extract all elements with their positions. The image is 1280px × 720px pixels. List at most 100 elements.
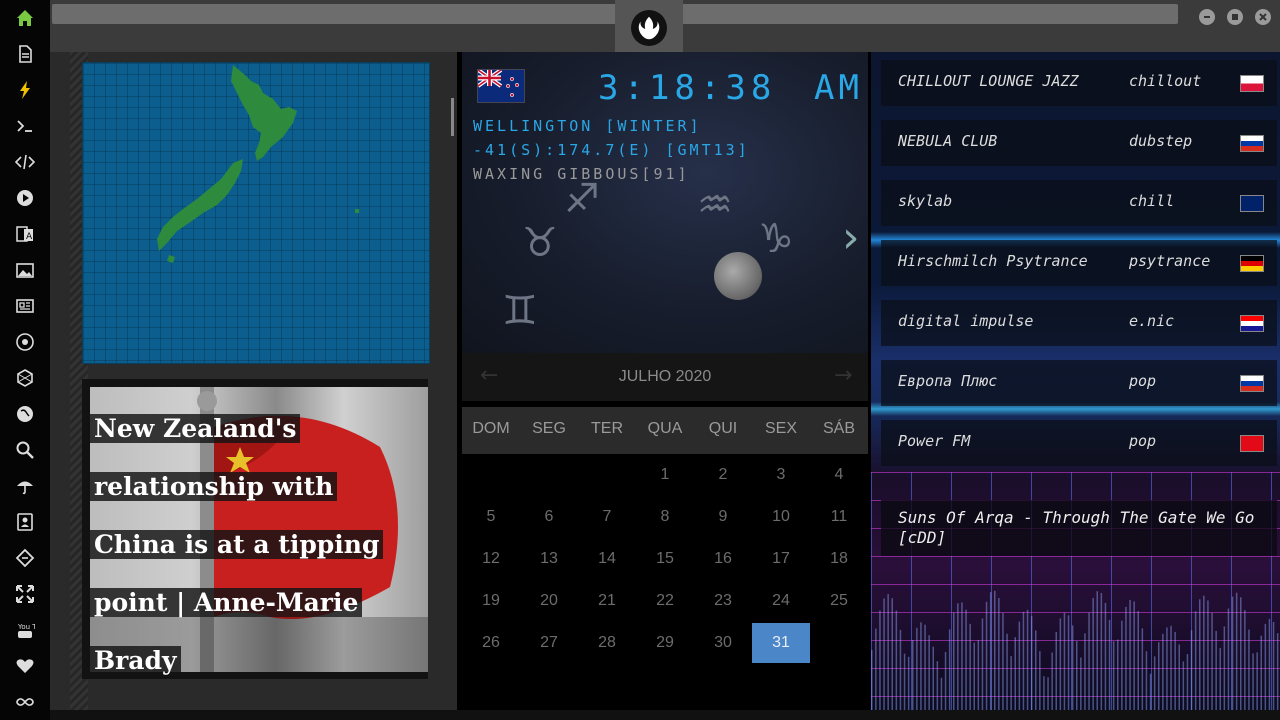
panel-resize-handle[interactable] <box>451 98 454 136</box>
spectrum-bar <box>1158 642 1160 710</box>
rebel-logo-icon <box>631 10 667 46</box>
spectrum-bar <box>1030 616 1033 710</box>
home-icon[interactable] <box>0 0 50 36</box>
station-name: skylab <box>898 192 953 210</box>
calendar-day[interactable]: 23 <box>694 581 752 621</box>
new-zealand-map[interactable] <box>82 62 430 364</box>
country-flag-icon <box>1240 135 1264 152</box>
spectrum-bar <box>903 653 906 710</box>
calendar-day[interactable]: 27 <box>520 623 578 663</box>
youtube-icon[interactable]: You Tube <box>0 612 50 648</box>
calendar-day[interactable]: 3 <box>752 455 810 495</box>
station-name: Hirschmilch Psytrance <box>898 252 1088 270</box>
station-row[interactable]: NEBULA CLUB dubstep <box>881 120 1277 166</box>
spectrum-bar <box>1162 633 1164 710</box>
station-row[interactable]: digital impulse e.nic <box>881 300 1277 346</box>
calendar-day[interactable]: 8 <box>636 497 694 537</box>
calendar-day[interactable]: 25 <box>810 581 868 621</box>
chevron-right-icon[interactable]: › <box>842 212 860 263</box>
spectrum-bar <box>1076 641 1078 710</box>
calendar-day[interactable]: 16 <box>694 539 752 579</box>
terminal-icon[interactable] <box>0 108 50 144</box>
calendar-day[interactable]: 17 <box>752 539 810 579</box>
close-button[interactable] <box>1255 9 1271 25</box>
calendar-day[interactable]: 4 <box>810 455 868 495</box>
calendar-day[interactable]: 20 <box>520 581 578 621</box>
calendar-day[interactable]: 18 <box>810 539 868 579</box>
lightning-icon[interactable] <box>0 72 50 108</box>
document-icon[interactable] <box>0 36 50 72</box>
hexagon-icon[interactable] <box>0 360 50 396</box>
station-name: CHILLOUT LOUNGE JAZZ <box>898 72 1079 90</box>
calendar-day[interactable]: 14 <box>578 539 636 579</box>
calendar-day[interactable]: 22 <box>636 581 694 621</box>
home-tab[interactable] <box>615 0 683 52</box>
clock-widget: 3:18:38 AM WELLINGTON [WINTER] -41(S):17… <box>462 52 868 353</box>
calendar-day[interactable]: 11 <box>810 497 868 537</box>
heart-icon[interactable] <box>0 648 50 684</box>
spectrum-bar <box>1133 601 1135 710</box>
calendar-day[interactable]: 15 <box>636 539 694 579</box>
contact-card-icon[interactable] <box>0 504 50 540</box>
image-icon[interactable] <box>0 252 50 288</box>
calendar-day[interactable]: 24 <box>752 581 810 621</box>
search-icon[interactable] <box>0 432 50 468</box>
newspaper-icon[interactable] <box>0 288 50 324</box>
spectrum-bar <box>1190 630 1193 710</box>
station-genre: chill <box>1129 192 1175 210</box>
calendar-day[interactable]: 5 <box>462 497 520 537</box>
spectrum-bar <box>920 622 922 710</box>
calendar-day-today[interactable]: 31 <box>752 623 810 663</box>
spectrum-bar <box>973 642 975 710</box>
spectrum-bar <box>1178 644 1180 710</box>
globe-icon[interactable] <box>0 396 50 432</box>
calendar-day[interactable]: 30 <box>694 623 752 663</box>
station-row[interactable]: skylab chill <box>881 180 1277 226</box>
calendar-day[interactable]: 13 <box>520 539 578 579</box>
station-row[interactable]: Hirschmilch Psytrance psytrance <box>881 240 1277 286</box>
calendar-day[interactable]: 21 <box>578 581 636 621</box>
calendar-day[interactable]: 1 <box>636 455 694 495</box>
translate-icon[interactable]: A <box>0 216 50 252</box>
calendar-day[interactable]: 29 <box>636 623 694 663</box>
calendar-day[interactable]: 6 <box>520 497 578 537</box>
umbrella-icon[interactable] <box>0 468 50 504</box>
calendar-day[interactable]: 12 <box>462 539 520 579</box>
zodiac-gemini-icon: ♊ <box>502 288 538 334</box>
minimize-button[interactable] <box>1199 9 1215 25</box>
calendar-day[interactable]: 28 <box>578 623 636 663</box>
maximize-button[interactable] <box>1227 9 1243 25</box>
calendar: ← JULHO 2020 → DOM SEG TER QUA QUI SEX S… <box>462 353 868 710</box>
news-headline[interactable]: New Zealand's relationship with China is… <box>90 400 390 690</box>
location-label: WELLINGTON [WINTER] <box>473 117 702 135</box>
country-flag-icon <box>1240 375 1264 392</box>
expand-icon[interactable] <box>0 576 50 612</box>
infinity-icon[interactable] <box>0 684 50 720</box>
station-row[interactable]: Европа Плюс pop <box>881 360 1277 406</box>
spectrum-bar <box>1125 606 1127 710</box>
spectrum-bar <box>1186 654 1189 710</box>
coordinates-label: -41(S):174.7(E) [GMT13] <box>473 141 750 159</box>
spectrum-bar <box>1227 608 1230 710</box>
station-row[interactable]: Power FM pop <box>881 420 1277 466</box>
clock-time: 3:18:38 <box>598 68 777 108</box>
calendar-day[interactable]: 26 <box>462 623 520 663</box>
calendar-day[interactable]: 2 <box>694 455 752 495</box>
code-icon[interactable] <box>0 144 50 180</box>
spectrum-bar <box>1252 653 1254 710</box>
spectrum-bar <box>1092 598 1094 710</box>
rebel-alliance-icon[interactable] <box>0 324 50 360</box>
calendar-day[interactable]: 7 <box>578 497 636 537</box>
spectrum-bar <box>1129 599 1131 710</box>
spectrum-bar <box>1207 600 1209 710</box>
calendar-day[interactable]: 10 <box>752 497 810 537</box>
spectrum-bar <box>879 610 881 710</box>
calendar-day[interactable]: 19 <box>462 581 520 621</box>
tag-icon[interactable] <box>0 540 50 576</box>
station-row[interactable]: CHILLOUT LOUNGE JAZZ chillout <box>881 60 1277 106</box>
calendar-next-button[interactable]: → <box>834 363 852 388</box>
top-bar <box>50 0 1280 52</box>
play-icon[interactable] <box>0 180 50 216</box>
map-landmass <box>157 65 359 263</box>
calendar-day[interactable]: 9 <box>694 497 752 537</box>
